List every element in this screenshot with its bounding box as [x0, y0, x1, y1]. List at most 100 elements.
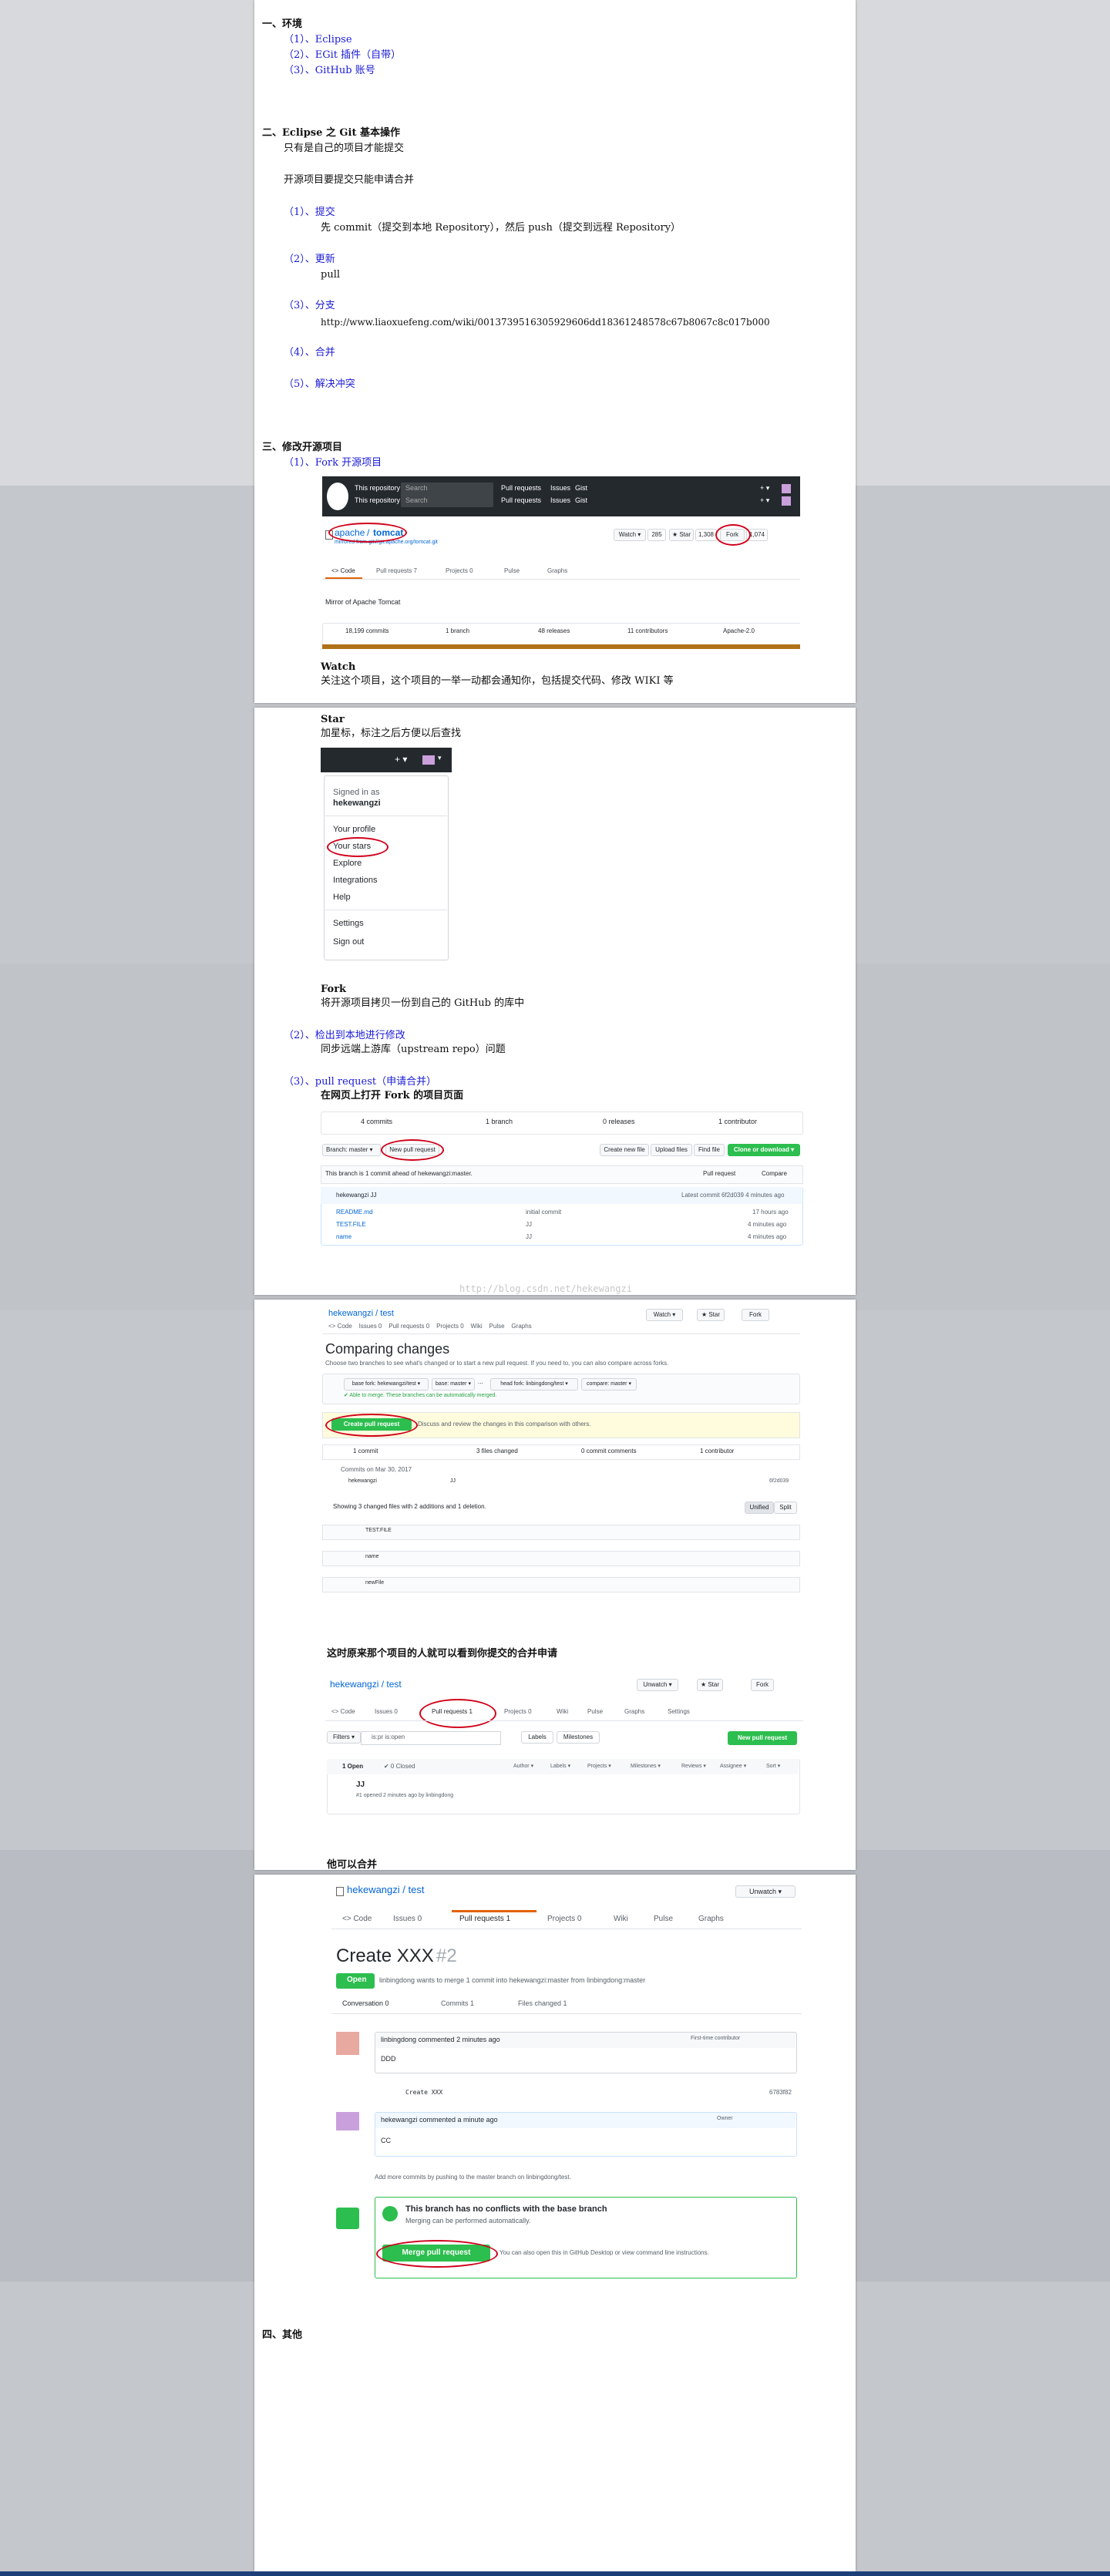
tab-code[interactable]: <> Code	[331, 1708, 355, 1715]
repo-title[interactable]: hekewangzi / test	[328, 1309, 394, 1318]
menu-item-settings[interactable]: Settings	[333, 919, 364, 928]
tab-projects[interactable]: Projects 0	[446, 567, 473, 574]
head-fork-select[interactable]: head fork: linbingdong/test ▾	[490, 1378, 578, 1391]
tab-graphs[interactable]: Graphs	[547, 567, 567, 574]
tab-pull-requests[interactable]: Pull requests 7	[376, 567, 417, 574]
plus-icon[interactable]: + ▾	[760, 484, 769, 493]
filter-author[interactable]: Author ▾	[513, 1763, 533, 1769]
avatar[interactable]	[422, 755, 435, 765]
branch-stat[interactable]: 1 branch	[446, 627, 469, 634]
commit-sha[interactable]: 6f2d039	[769, 1478, 789, 1484]
commit-stat[interactable]: 1 commit	[353, 1448, 378, 1454]
split-button[interactable]: Split	[774, 1502, 797, 1514]
list-item[interactable]: （1）、Eclipse	[284, 34, 352, 46]
watch-count[interactable]: 285	[648, 529, 666, 541]
files-changed-stat[interactable]: 3 files changed	[476, 1448, 518, 1454]
file-name[interactable]: name	[336, 1233, 352, 1240]
commits-stat[interactable]: 4 commits	[361, 1118, 392, 1125]
commit-message[interactable]: JJ	[450, 1478, 456, 1484]
filter-labels[interactable]: Labels ▾	[550, 1763, 570, 1769]
menu-item-integrations[interactable]: Integrations	[333, 876, 377, 885]
branch-stat[interactable]: 1 branch	[486, 1118, 513, 1125]
avatar[interactable]	[782, 496, 791, 506]
contributors-stat[interactable]: 1 contributor	[718, 1118, 757, 1125]
changed-file[interactable]: name	[365, 1554, 379, 1559]
tab-pulse[interactable]: Pulse	[654, 1915, 673, 1923]
find-file-button[interactable]: Find file	[694, 1144, 725, 1156]
star-button[interactable]: ★ Star	[697, 1679, 723, 1691]
clone-download-button[interactable]: Clone or download ▾	[728, 1144, 800, 1156]
filter-milestones[interactable]: Milestones ▾	[631, 1763, 661, 1769]
branch-select[interactable]: Branch: master ▾	[322, 1144, 381, 1156]
watch-button[interactable]: Watch ▾	[614, 529, 646, 541]
menu-item-sign-out[interactable]: Sign out	[333, 937, 364, 947]
new-pull-request-button[interactable]: New pull request	[728, 1731, 797, 1745]
nav-gist[interactable]: Gist	[575, 484, 587, 492]
labels-button[interactable]: Labels	[521, 1731, 553, 1744]
tab-issues[interactable]: Issues 0	[393, 1915, 422, 1923]
tab-pulse[interactable]: Pulse	[504, 567, 520, 574]
tab-code[interactable]: <> Code	[342, 1915, 372, 1923]
tab-settings[interactable]: Settings	[668, 1708, 690, 1715]
releases-stat[interactable]: 0 releases	[603, 1118, 635, 1125]
contributor-stat[interactable]: 1 contributor	[700, 1448, 734, 1454]
star-button[interactable]: ★ Star	[669, 529, 694, 541]
star-count[interactable]: 1,308	[695, 529, 717, 541]
tab-graphs[interactable]: Graphs	[698, 1915, 724, 1923]
releases-stat[interactable]: 48 releases	[538, 627, 570, 634]
closed-count[interactable]: ✔ 0 Closed	[384, 1763, 415, 1770]
pull-request-link[interactable]: Pull request	[703, 1170, 735, 1177]
fork-button[interactable]: Fork	[751, 1679, 774, 1691]
changed-file[interactable]: TEST.FILE	[365, 1528, 392, 1533]
filter-assignee[interactable]: Assignee ▾	[720, 1763, 746, 1769]
tab-code[interactable]: <> Code	[331, 567, 355, 574]
tab-commits[interactable]: Commits 1	[441, 1999, 474, 2007]
fork-button[interactable]: Fork	[742, 1309, 769, 1321]
avatar[interactable]	[782, 484, 791, 493]
plus-icon[interactable]: + ▾	[760, 496, 769, 505]
filter-reviews[interactable]: Reviews ▾	[681, 1763, 706, 1769]
tab-pulse[interactable]: Pulse	[587, 1708, 603, 1715]
unwatch-button[interactable]: Unwatch ▾	[637, 1679, 678, 1691]
contributors-stat[interactable]: 11 contributors	[627, 627, 668, 634]
commits-stat[interactable]: 18,199 commits	[345, 627, 388, 634]
repo-title[interactable]: hekewangzi / test	[330, 1679, 402, 1690]
tab-graphs[interactable]: Graphs	[624, 1708, 644, 1715]
star-button[interactable]: ★ Star	[697, 1309, 725, 1321]
nav-pull-requests[interactable]: Pull requests	[501, 484, 541, 492]
commit-sha[interactable]: 6783f82	[769, 2089, 792, 2096]
menu-item-explore[interactable]: Explore	[333, 859, 362, 868]
nav-issues[interactable]: Issues	[550, 496, 570, 504]
menu-item-your-profile[interactable]: Your profile	[333, 825, 375, 834]
filters-button[interactable]: Filters ▾	[327, 1731, 361, 1744]
filter-sort[interactable]: Sort ▾	[766, 1763, 780, 1769]
tab-wiki[interactable]: Wiki	[557, 1708, 568, 1715]
nav-gist[interactable]: Gist	[575, 496, 587, 504]
filter-projects[interactable]: Projects ▾	[587, 1763, 611, 1769]
tab-files-changed[interactable]: Files changed 1	[518, 1999, 567, 2007]
tab-conversation[interactable]: Conversation 0	[342, 1999, 389, 2007]
nav-issues[interactable]: Issues	[550, 484, 570, 492]
compare-select[interactable]: compare: master ▾	[581, 1378, 637, 1391]
comments-stat[interactable]: 0 commit comments	[581, 1448, 637, 1454]
link-text[interactable]: http://www.liaoxuefeng.com/wiki/00137395…	[321, 316, 770, 328]
tab-issues[interactable]: Issues 0	[375, 1708, 398, 1715]
repo-title[interactable]: hekewangzi / test	[347, 1884, 424, 1895]
unwatch-button[interactable]: Unwatch ▾	[735, 1885, 796, 1898]
unified-button[interactable]: Unified	[745, 1502, 774, 1514]
tab-projects[interactable]: Projects 0	[547, 1915, 581, 1923]
pr-title[interactable]: JJ	[356, 1781, 365, 1789]
open-count[interactable]: 1 Open	[342, 1763, 363, 1770]
changed-file[interactable]: newFile	[365, 1580, 384, 1586]
compare-link[interactable]: Compare	[762, 1170, 787, 1177]
tab-pull-requests[interactable]: Pull requests 1	[459, 1915, 510, 1923]
milestones-button[interactable]: Milestones	[557, 1731, 600, 1744]
plus-icon[interactable]: + ▾	[395, 754, 407, 765]
base-fork-select[interactable]: base fork: hekewangzi/test ▾	[344, 1378, 429, 1391]
tab-projects[interactable]: Projects 0	[504, 1708, 532, 1715]
list-item[interactable]: （2）、EGit 插件（自带）	[284, 49, 401, 62]
license-stat[interactable]: Apache-2.0	[723, 627, 755, 634]
create-new-file-button[interactable]: Create new file	[600, 1144, 649, 1156]
tab-wiki[interactable]: Wiki	[614, 1915, 628, 1923]
list-item[interactable]: （3）、GitHub 账号	[284, 65, 375, 77]
